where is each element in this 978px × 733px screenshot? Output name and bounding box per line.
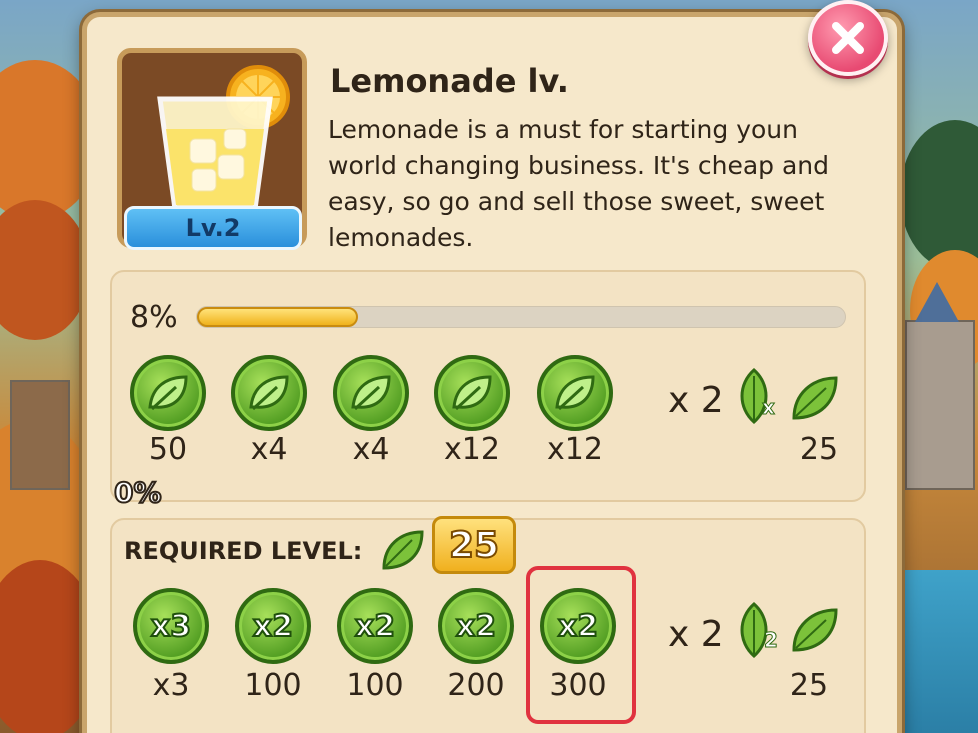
leaf-icon [148, 375, 188, 411]
leaf-icon [555, 375, 595, 411]
multiplier-coin-button[interactable]: x2 [235, 588, 311, 664]
item-title: Lemonade lv. [330, 62, 569, 100]
progress-bar-fill [197, 307, 358, 327]
reward-value: 25 [789, 668, 829, 703]
leaf-badge: x [762, 395, 776, 420]
multiplier-coin-button[interactable]: x2 [337, 588, 413, 664]
required-level-badge: 25 [432, 516, 516, 574]
close-button[interactable] [808, 0, 888, 76]
lemonade-glass-icon [157, 65, 290, 212]
leaf-badge: 2 [764, 628, 779, 653]
required-level-label: REQUIRED LEVEL: [124, 537, 363, 565]
leaf-coin-button[interactable] [231, 355, 307, 431]
coin-value: x4 [352, 432, 390, 467]
multiplier-coin-button[interactable]: x2 [438, 588, 514, 664]
reward-value: 25 [799, 432, 839, 467]
multiplier-coin-button[interactable]: x2 [540, 588, 616, 664]
tier-multiplier: x 2 [668, 614, 724, 655]
coin-value: 300 [549, 668, 607, 703]
coin-multiplier: x2 [252, 608, 294, 645]
leaf-coin-button[interactable] [333, 355, 409, 431]
coin-multiplier: x2 [557, 608, 599, 645]
leaf-icon [792, 608, 838, 652]
level-badge: Lv.2 [124, 206, 302, 250]
coin-value: x12 [444, 432, 500, 467]
coin-value: x3 [152, 668, 190, 703]
coin-value: 50 [148, 432, 188, 467]
zero-percent-label: 0% [113, 475, 163, 510]
leaf-icon [382, 530, 424, 570]
coin-multiplier: x3 [150, 608, 192, 645]
coin-value: 200 [447, 668, 505, 703]
coin-value: x4 [250, 432, 288, 467]
coin-multiplier: x2 [455, 608, 497, 645]
leaf-icon [792, 376, 838, 420]
coin-value: 100 [244, 668, 302, 703]
leaf-coin-button[interactable] [434, 355, 510, 431]
item-description: Lemonade is a must for starting youn wor… [328, 115, 830, 252]
progress-percent-label: 8% [130, 300, 178, 335]
leaf-coin-button[interactable] [130, 355, 206, 431]
leaf-icon [249, 375, 289, 411]
leaf-icon [452, 375, 492, 411]
leaf-icon [351, 375, 391, 411]
coin-multiplier: x2 [354, 608, 396, 645]
coin-value: x12 [547, 432, 603, 467]
coin-value: 100 [346, 668, 404, 703]
progress-bar [196, 306, 846, 328]
tier-multiplier: x 2 [668, 380, 724, 421]
multiplier-coin-button[interactable]: x3 [133, 588, 209, 664]
leaf-coin-button[interactable] [537, 355, 613, 431]
close-icon [832, 22, 864, 54]
